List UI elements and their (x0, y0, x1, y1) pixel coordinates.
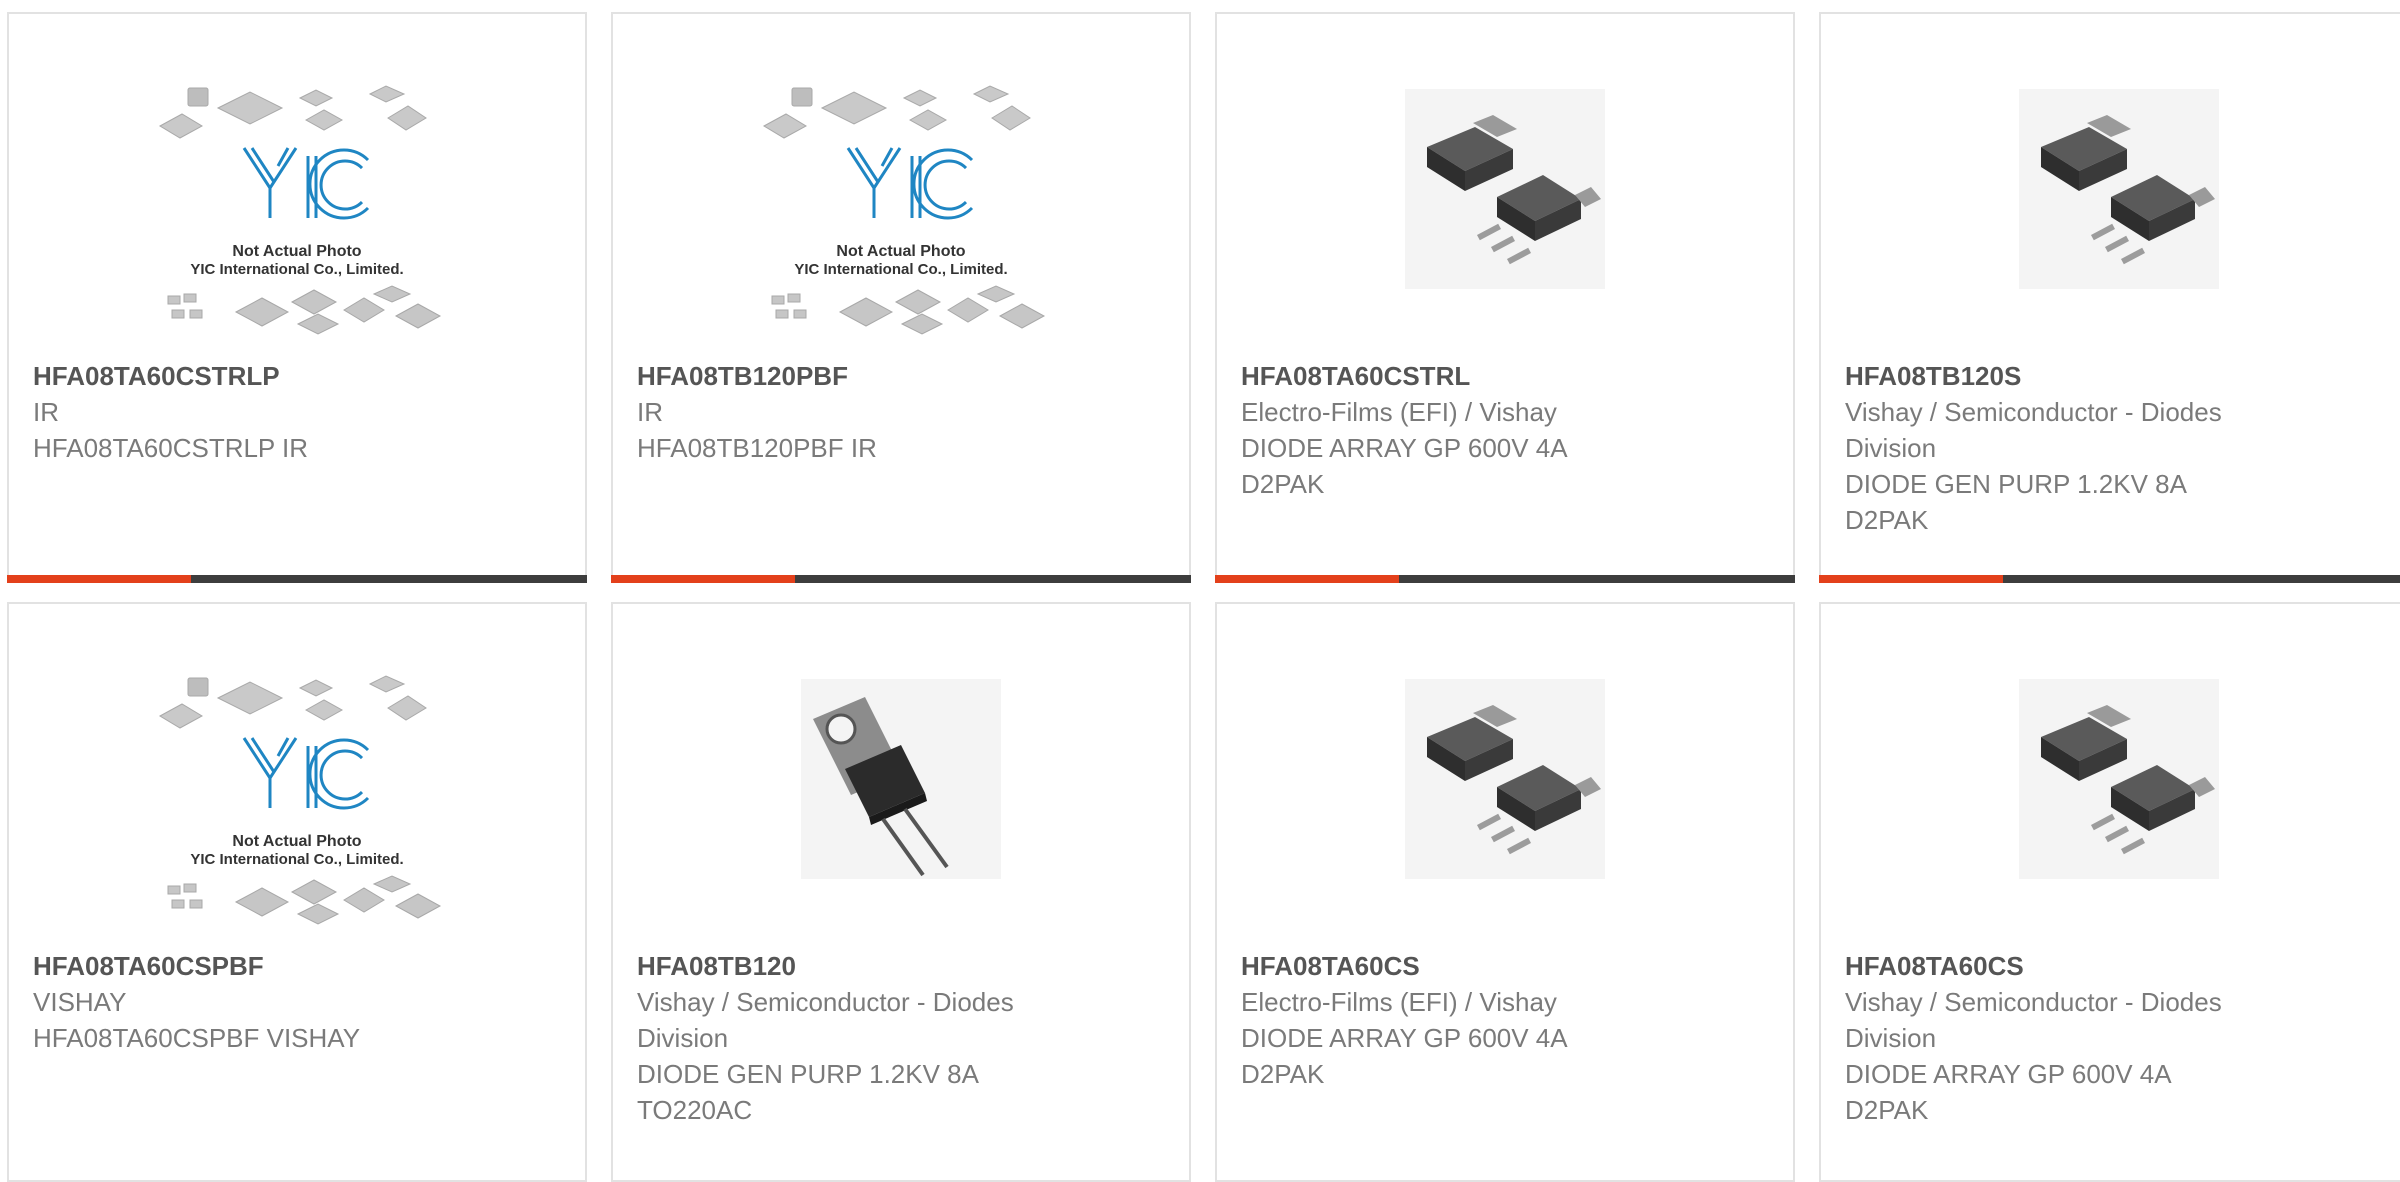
part-number-link[interactable]: HFA08TB120 (637, 948, 1165, 984)
svg-text:YIC International Co., Limited: YIC International Co., Limited. (190, 851, 403, 868)
manufacturer: VISHAY (33, 987, 127, 1017)
manufacturer: Vishay / Semiconductor - Diodes (1845, 397, 2222, 427)
manufacturer: Vishay / Semiconductor - Diodes (1845, 987, 2222, 1017)
product-image[interactable]: Not Actual Photo YIC International Co., … (9, 74, 585, 354)
product-image[interactable] (1217, 84, 1793, 294)
card-bottom-bar (1215, 575, 1795, 583)
product-card[interactable]: Not Actual Photo YIC International Co., … (611, 12, 1191, 583)
package: D2PAK (1845, 1095, 1929, 1125)
product-info: HFA08TA60CSTRL Electro-Films (EFI) / Vis… (1241, 358, 1769, 502)
d2pak-package-photo (1405, 89, 1605, 289)
product-info: HFA08TA60CS Electro-Films (EFI) / Vishay… (1241, 948, 1769, 1092)
package: D2PAK (1845, 505, 1929, 535)
card-bottom-bar (7, 575, 587, 583)
product-info: HFA08TA60CSTRLP IR HFA08TA60CSTRLP IR (33, 358, 561, 466)
description: DIODE ARRAY GP 600V 4A (1241, 433, 1568, 463)
manufacturer: IR (637, 397, 663, 427)
product-info: HFA08TA60CS Vishay / Semiconductor - Dio… (1845, 948, 2373, 1128)
manufacturer: Vishay / Semiconductor - Diodes (637, 987, 1014, 1017)
product-info: HFA08TB120 Vishay / Semiconductor - Diod… (637, 948, 1165, 1128)
product-image[interactable] (613, 674, 1189, 884)
to220-package-photo (801, 679, 1001, 879)
manufacturer-division: Division (1845, 433, 1937, 463)
svg-text:Not Actual Photo: Not Actual Photo (232, 833, 361, 850)
package: D2PAK (1241, 1059, 1325, 1089)
not-actual-photo-placeholder-image: Not Actual Photo YIC International Co., … (158, 85, 442, 335)
card-accent-bar (1819, 575, 2003, 583)
part-number-link[interactable]: HFA08TA60CSPBF (33, 948, 561, 984)
svg-text:YIC International Co., Limited: YIC International Co., Limited. (190, 261, 403, 278)
d2pak-package-photo (2019, 679, 2219, 879)
d2pak-package-photo (2019, 89, 2219, 289)
package: D2PAK (1241, 469, 1325, 499)
product-card[interactable]: HFA08TA60CS Electro-Films (EFI) / Vishay… (1215, 602, 1795, 1182)
description: HFA08TA60CSPBF VISHAY (33, 1023, 361, 1053)
part-number-link[interactable]: HFA08TB120PBF (637, 358, 1165, 394)
part-number-link[interactable]: HFA08TA60CS (1241, 948, 1769, 984)
product-image[interactable]: Not Actual Photo YIC International Co., … (9, 664, 585, 944)
card-bottom-bar (611, 575, 1191, 583)
product-card[interactable]: Not Actual Photo YIC International Co., … (7, 602, 587, 1182)
product-card[interactable]: HFA08TB120 Vishay / Semiconductor - Diod… (611, 602, 1191, 1182)
card-accent-bar (7, 575, 191, 583)
description: DIODE GEN PURP 1.2KV 8A (637, 1059, 979, 1089)
svg-text:YIC International Co., Limited: YIC International Co., Limited. (794, 261, 1007, 278)
product-info: HFA08TB120S Vishay / Semiconductor - Dio… (1845, 358, 2373, 538)
part-number-link[interactable]: HFA08TB120S (1845, 358, 2373, 394)
product-card[interactable]: HFA08TB120S Vishay / Semiconductor - Dio… (1819, 12, 2400, 583)
product-image[interactable] (1821, 674, 2400, 884)
product-card[interactable]: HFA08TA60CS Vishay / Semiconductor - Dio… (1819, 602, 2400, 1182)
part-number-link[interactable]: HFA08TA60CSTRLP (33, 358, 561, 394)
description: HFA08TB120PBF IR (637, 433, 877, 463)
manufacturer: Electro-Films (EFI) / Vishay (1241, 987, 1557, 1017)
manufacturer: IR (33, 397, 59, 427)
description: DIODE ARRAY GP 600V 4A (1241, 1023, 1568, 1053)
part-number-link[interactable]: HFA08TA60CSTRL (1241, 358, 1769, 394)
svg-text:Not Actual Photo: Not Actual Photo (232, 243, 361, 260)
svg-text:Not Actual Photo: Not Actual Photo (836, 243, 965, 260)
product-info: HFA08TA60CSPBF VISHAY HFA08TA60CSPBF VIS… (33, 948, 561, 1056)
package: TO220AC (637, 1095, 753, 1125)
description: HFA08TA60CSTRLP IR (33, 433, 309, 463)
card-accent-bar (611, 575, 795, 583)
manufacturer-division: Division (637, 1023, 729, 1053)
product-info: HFA08TB120PBF IR HFA08TB120PBF IR (637, 358, 1165, 466)
product-card[interactable]: HFA08TA60CSTRL Electro-Films (EFI) / Vis… (1215, 12, 1795, 583)
product-image[interactable] (1821, 84, 2400, 294)
card-accent-bar (1215, 575, 1399, 583)
description: DIODE GEN PURP 1.2KV 8A (1845, 469, 2187, 499)
product-card[interactable]: Not Actual Photo YIC International Co., … (7, 12, 587, 583)
part-number-link[interactable]: HFA08TA60CS (1845, 948, 2373, 984)
description: DIODE ARRAY GP 600V 4A (1845, 1059, 2172, 1089)
card-bottom-bar (1819, 575, 2400, 583)
not-actual-photo-placeholder-image: Not Actual Photo YIC International Co., … (158, 675, 442, 925)
manufacturer-division: Division (1845, 1023, 1937, 1053)
d2pak-package-photo (1405, 679, 1605, 879)
not-actual-photo-placeholder-image: Not Actual Photo YIC International Co., … (762, 85, 1046, 335)
product-image[interactable] (1217, 674, 1793, 884)
product-image[interactable]: Not Actual Photo YIC International Co., … (613, 74, 1189, 354)
manufacturer: Electro-Films (EFI) / Vishay (1241, 397, 1557, 427)
